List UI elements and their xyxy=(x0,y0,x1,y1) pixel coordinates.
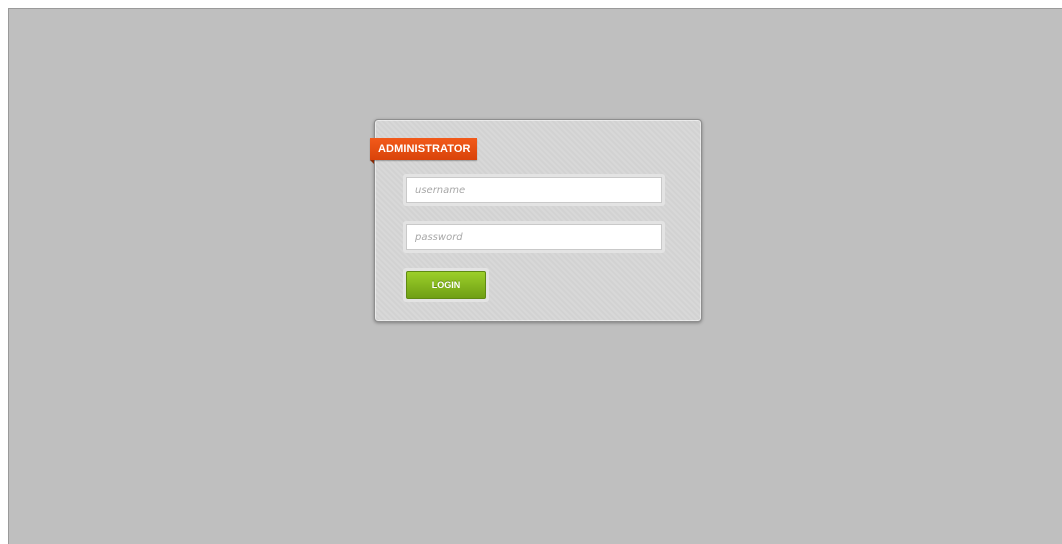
administrator-ribbon: ADMINISTRATOR xyxy=(370,138,477,164)
username-input[interactable] xyxy=(406,177,662,203)
login-button[interactable]: LOGIN xyxy=(406,271,486,299)
login-button-wrapper: LOGIN xyxy=(403,268,489,302)
login-panel: ADMINISTRATOR LOGIN xyxy=(370,119,702,322)
page-background: ADMINISTRATOR LOGIN xyxy=(8,8,1062,544)
username-field-wrapper xyxy=(403,174,665,206)
password-input[interactable] xyxy=(406,224,662,250)
password-field-wrapper xyxy=(403,221,665,253)
